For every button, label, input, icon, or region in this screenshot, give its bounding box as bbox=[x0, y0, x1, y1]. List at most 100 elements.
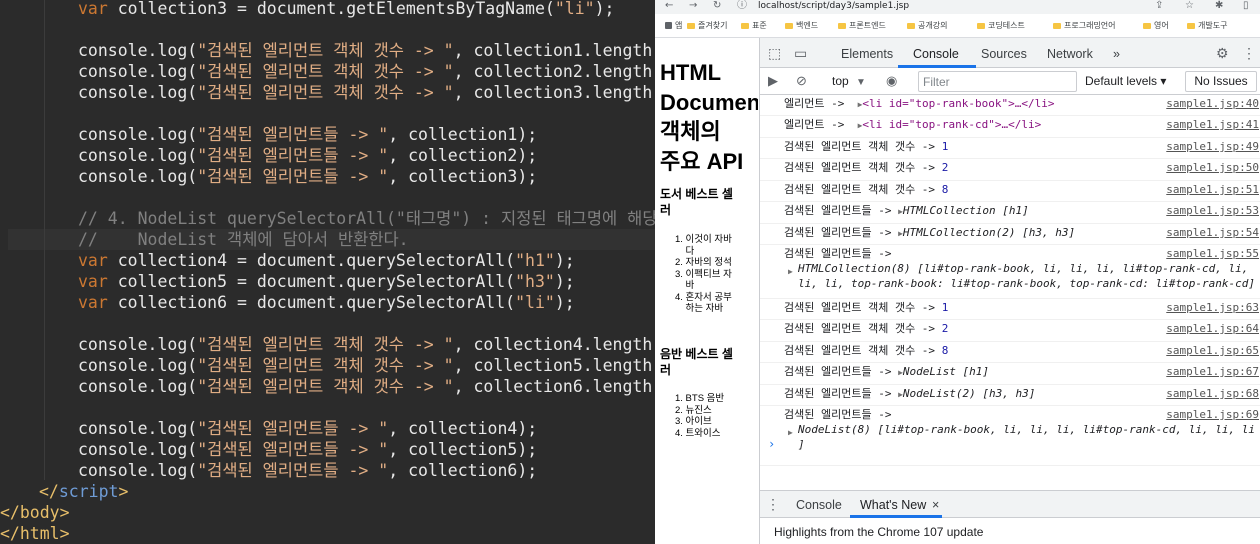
info-icon[interactable]: ⓘ bbox=[737, 0, 747, 12]
context-selector[interactable]: top bbox=[832, 74, 849, 89]
console-message[interactable]: 검색된 엘리먼트 객체 갯수 -> 1 sample1.jsp:49 bbox=[760, 138, 1260, 159]
log-object[interactable]: ] bbox=[798, 437, 805, 452]
console-message[interactable]: 검색된 엘리먼트들 -> sample1.jsp:69 ▶ NodeList(8) … bbox=[760, 406, 1260, 466]
code-line[interactable]: </script> bbox=[0, 481, 128, 502]
filter-input[interactable]: Filter bbox=[918, 71, 1077, 92]
log-object[interactable]: NodeList(8) [li#top-rank-book, li, li, l… bbox=[798, 422, 1255, 437]
forward-icon[interactable]: → bbox=[689, 0, 697, 12]
inspect-icon[interactable]: ⬚ bbox=[768, 45, 781, 61]
back-icon[interactable]: ← bbox=[665, 0, 673, 12]
context-dropdown-icon[interactable]: ▼ bbox=[856, 75, 866, 91]
source-link[interactable]: sample1.jsp:55 bbox=[1166, 247, 1259, 261]
code-line[interactable]: console.log("검색된 엘리먼트 객체 갯수 -> ", collec… bbox=[0, 61, 655, 82]
bookmark-item[interactable]: 영어 bbox=[1143, 20, 1169, 32]
log-object[interactable]: HTMLCollection(2) [h3, h3] bbox=[903, 226, 1075, 239]
code-line[interactable]: console.log("검색된 엘리먼트들 -> ", collection2… bbox=[0, 145, 537, 166]
bookmark-item[interactable]: 앱 bbox=[665, 20, 682, 32]
console-message[interactable]: 검색된 엘리먼트들 -> ▶NodeList(2) [h3, h3] sample… bbox=[760, 385, 1260, 406]
extensions-icon[interactable]: ✱ bbox=[1215, 0, 1223, 12]
log-object[interactable]: NodeList [h1] bbox=[903, 365, 989, 378]
code-line[interactable]: console.log("검색된 엘리먼트들 -> ", collection6… bbox=[0, 460, 537, 481]
code-line[interactable]: // NodeList 객체에 담아서 반환한다. bbox=[8, 229, 655, 250]
reload-icon[interactable]: ↻ bbox=[713, 0, 721, 12]
source-link[interactable]: sample1.jsp:51 bbox=[1166, 183, 1259, 197]
bookmark-item[interactable]: 프로그래밍언어 bbox=[1053, 20, 1116, 32]
console-message[interactable]: 검색된 엘리먼트들 -> ▶HTMLCollection(2) [h3, h3]… bbox=[760, 224, 1260, 245]
settings-gear-icon[interactable]: ⚙ bbox=[1216, 45, 1229, 61]
log-object[interactable]: NodeList(2) [h3, h3] bbox=[903, 387, 1035, 400]
code-line[interactable]: console.log("검색된 엘리먼트 객체 갯수 -> ", collec… bbox=[0, 82, 655, 103]
console-message[interactable]: 검색된 엘리먼트들 -> ▶NodeList [h1] sample1.jsp:6… bbox=[760, 363, 1260, 385]
source-link[interactable]: sample1.jsp:50 bbox=[1166, 161, 1259, 175]
source-link[interactable]: sample1.jsp:64 bbox=[1166, 322, 1259, 336]
log-object[interactable]: li, li, top-rank-book: li#top-rank-book,… bbox=[798, 276, 1255, 291]
console-message[interactable]: 검색된 엘리먼트 객체 갯수 -> 2 sample1.jsp:50 bbox=[760, 159, 1260, 181]
tab-sources[interactable]: Sources bbox=[981, 46, 1027, 62]
console-message[interactable]: 검색된 엘리먼트들 -> ▶HTMLCollection [h1] sample1… bbox=[760, 202, 1260, 224]
log-element-node[interactable]: <li id="top-rank-book">…</li> bbox=[862, 97, 1054, 110]
sidebar-icon[interactable]: ▯ bbox=[1243, 0, 1249, 12]
tab-network[interactable]: Network bbox=[1047, 46, 1093, 62]
live-expression-eye-icon[interactable]: ◉ bbox=[886, 73, 897, 89]
tab-console[interactable]: Console bbox=[913, 46, 959, 62]
code-line[interactable]: console.log("검색된 엘리먼트 객체 갯수 -> ", collec… bbox=[0, 334, 655, 355]
source-link[interactable]: sample1.jsp:67 bbox=[1166, 365, 1259, 379]
source-link[interactable]: sample1.jsp:68 bbox=[1166, 387, 1259, 401]
log-element-node[interactable]: <li id="top-rank-cd">…</li> bbox=[862, 118, 1041, 131]
console-message[interactable]: 검색된 엘리먼트 객체 갯수 -> 8 sample1.jsp:65 bbox=[760, 342, 1260, 363]
console-message[interactable]: 엘리먼트 -> ▶<li id="top-rank-cd">…</li> samp… bbox=[760, 116, 1260, 138]
tab-elements[interactable]: Elements bbox=[841, 46, 893, 62]
code-line[interactable]: // 4. NodeList querySelectorAll("태그명") :… bbox=[0, 208, 655, 229]
source-link[interactable]: sample1.jsp:49 bbox=[1166, 140, 1259, 154]
code-line[interactable]: console.log("검색된 엘리먼트 객체 갯수 -> ", collec… bbox=[0, 40, 655, 61]
code-line[interactable]: var collection3 = document.getElementsBy… bbox=[0, 0, 614, 19]
bookmark-item[interactable]: 표준 bbox=[741, 20, 767, 32]
bookmark-item[interactable]: 코딩테스트 bbox=[977, 20, 1025, 32]
code-line[interactable]: var collection6 = document.querySelector… bbox=[0, 292, 575, 313]
source-link[interactable]: sample1.jsp:41 bbox=[1166, 118, 1259, 132]
code-editor[interactable]: var collection3 = document.getElementsBy… bbox=[0, 0, 655, 544]
bookmark-item[interactable]: 프론트엔드 bbox=[838, 20, 886, 32]
bookmark-item[interactable]: 개발도구 bbox=[1187, 20, 1227, 32]
bookmark-item[interactable]: 즐겨찾기 bbox=[687, 20, 727, 32]
expand-triangle-icon[interactable]: ▶ bbox=[788, 267, 793, 276]
device-toolbar-icon[interactable]: ▭ bbox=[794, 45, 807, 61]
console-output[interactable]: 엘리먼트 -> ▶<li id="top-rank-book">…</li> sa… bbox=[760, 95, 1260, 490]
code-line[interactable]: console.log("검색된 엘리먼트 객체 갯수 -> ", collec… bbox=[0, 376, 655, 397]
drawer-tab-whats-new[interactable]: What's New bbox=[860, 498, 926, 513]
code-line[interactable]: console.log("검색된 엘리먼트들 -> ", collection1… bbox=[0, 124, 537, 145]
console-message[interactable]: 검색된 엘리먼트 객체 갯수 -> 8 sample1.jsp:51 bbox=[760, 181, 1260, 202]
source-link[interactable]: sample1.jsp:54 bbox=[1166, 226, 1259, 240]
drawer-tab-close-icon[interactable]: × bbox=[932, 498, 939, 513]
issues-button[interactable]: No Issues bbox=[1185, 71, 1257, 92]
star-icon[interactable]: ☆ bbox=[1185, 0, 1194, 12]
code-line[interactable]: console.log("검색된 엘리먼트 객체 갯수 -> ", collec… bbox=[0, 355, 655, 376]
code-line[interactable]: console.log("검색된 엘리먼트들 -> ", collection3… bbox=[0, 166, 537, 187]
expand-triangle-icon[interactable]: ▶ bbox=[788, 428, 793, 437]
clear-console-icon[interactable]: ⊘ bbox=[796, 73, 807, 89]
bookmark-item[interactable]: 공개강의 bbox=[907, 20, 947, 32]
log-levels-dropdown[interactable]: Default levels ▾ bbox=[1085, 74, 1166, 89]
log-object[interactable]: HTMLCollection(8) [li#top-rank-book, li,… bbox=[798, 261, 1248, 276]
source-link[interactable]: sample1.jsp:69 bbox=[1166, 408, 1259, 422]
code-line[interactable]: </html> bbox=[0, 523, 70, 544]
source-link[interactable]: sample1.jsp:65 bbox=[1166, 344, 1259, 358]
bookmark-item[interactable]: 백엔드 bbox=[785, 20, 818, 32]
code-line[interactable]: var collection5 = document.querySelector… bbox=[0, 271, 575, 292]
source-link[interactable]: sample1.jsp:63 bbox=[1166, 301, 1259, 315]
source-link[interactable]: sample1.jsp:40 bbox=[1166, 97, 1259, 111]
console-message[interactable]: 검색된 엘리먼트 객체 갯수 -> 1 sample1.jsp:63 bbox=[760, 299, 1260, 320]
code-line[interactable]: console.log("검색된 엘리먼트들 -> ", collection4… bbox=[0, 418, 537, 439]
more-tabs-icon[interactable]: » bbox=[1113, 46, 1120, 62]
share-icon[interactable]: ⇪ bbox=[1155, 0, 1163, 12]
console-prompt[interactable]: › bbox=[768, 437, 775, 451]
code-line[interactable]: var collection4 = document.querySelector… bbox=[0, 250, 575, 271]
console-message[interactable]: 엘리먼트 -> ▶<li id="top-rank-book">…</li> sa… bbox=[760, 95, 1260, 116]
console-message[interactable]: 검색된 엘리먼트들 -> sample1.jsp:55 ▶ HTMLCollecti… bbox=[760, 245, 1260, 299]
drawer-tab-console[interactable]: Console bbox=[796, 498, 842, 513]
more-menu-icon[interactable]: ⋮ bbox=[1242, 45, 1256, 61]
source-link[interactable]: sample1.jsp:53 bbox=[1166, 204, 1259, 218]
drawer-menu-icon[interactable]: ⋮ bbox=[766, 496, 780, 512]
log-object[interactable]: HTMLCollection [h1] bbox=[903, 204, 1029, 217]
code-line[interactable]: </body> bbox=[0, 502, 70, 523]
